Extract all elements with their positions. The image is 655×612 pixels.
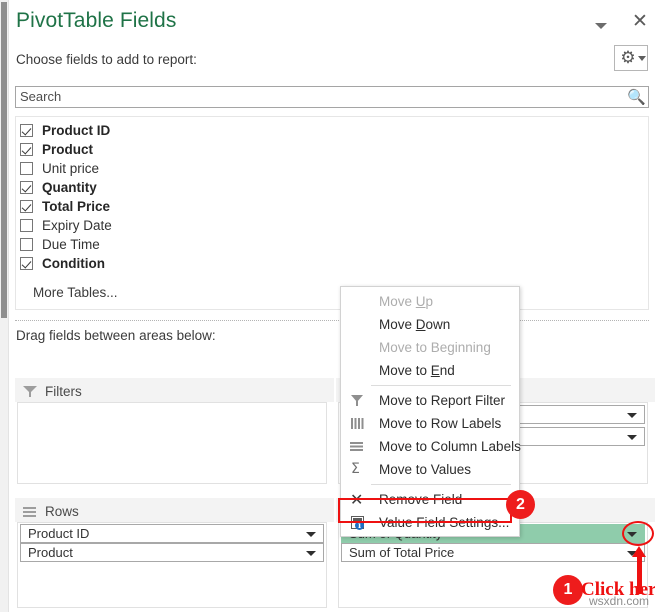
checkbox-checked-icon[interactable] bbox=[20, 257, 33, 270]
search-input-value: Search bbox=[20, 89, 62, 104]
field-list-item[interactable]: Unit price bbox=[16, 159, 648, 178]
context-menu-item[interactable]: ✕ Remove Field bbox=[341, 488, 519, 511]
chevron-down-icon[interactable] bbox=[306, 532, 316, 537]
field-list-item[interactable]: Expiry Date bbox=[16, 216, 648, 235]
context-menu-item[interactable]: Move to Row Labels bbox=[341, 412, 519, 435]
chevron-down-icon bbox=[638, 56, 646, 61]
filters-drop-zone[interactable] bbox=[17, 402, 327, 484]
context-menu-separator bbox=[371, 484, 511, 485]
context-menu-item-label: Move to Report Filter bbox=[379, 393, 506, 408]
rows-pill-product[interactable]: Product bbox=[20, 543, 324, 562]
checkbox-icon[interactable] bbox=[20, 219, 33, 232]
context-menu-item-label: Remove Field bbox=[379, 492, 463, 507]
row-lines-icon bbox=[22, 505, 38, 519]
field-list-item[interactable]: Product bbox=[16, 140, 648, 159]
filter-funnel-icon bbox=[349, 393, 366, 408]
more-tables-link[interactable]: More Tables... bbox=[33, 285, 118, 300]
context-menu-item-label: Move Down bbox=[379, 317, 451, 332]
rows-pill-1-label: Product ID bbox=[28, 526, 90, 541]
filter-funnel-icon bbox=[22, 385, 38, 399]
checkbox-checked-icon[interactable] bbox=[20, 181, 33, 194]
context-menu-item-label: Value Field Settings... bbox=[379, 515, 510, 530]
field-list-item[interactable]: Due Time bbox=[16, 235, 648, 254]
context-menu-item[interactable]: Move to Column Labels bbox=[341, 435, 521, 458]
watermark-label: wsxdn.com bbox=[589, 594, 650, 608]
field-list-item-label: Unit price bbox=[42, 161, 100, 176]
chevron-down-icon[interactable] bbox=[593, 18, 609, 32]
filters-area-header-fg: Filters bbox=[22, 384, 82, 399]
context-menu-item-label: Move to Column Labels bbox=[379, 439, 521, 454]
values-pill-2-label: Sum of Total Price bbox=[349, 545, 455, 560]
field-list[interactable]: Product ID Product Unit price Quantity Total… bbox=[15, 116, 649, 310]
context-menu-item-label: Move to Beginning bbox=[379, 340, 491, 355]
rows-area-header: Rows bbox=[22, 504, 79, 519]
context-menu-item-label: Move Up bbox=[379, 294, 434, 309]
rows-pill-product-id[interactable]: Product ID bbox=[20, 524, 324, 543]
checkbox-checked-icon[interactable] bbox=[20, 143, 33, 156]
context-menu-item-label: Move to Values bbox=[379, 462, 472, 477]
pivottable-fields-pane: PivotTable Fields ✕ Choose fields to add… bbox=[0, 0, 655, 612]
checkbox-checked-icon[interactable] bbox=[20, 200, 33, 213]
drag-fields-label: Drag fields between areas below: bbox=[16, 328, 216, 343]
field-list-item[interactable]: Product ID bbox=[16, 121, 648, 140]
field-list-item-label: Due Time bbox=[42, 237, 100, 252]
field-list-item-label: Product ID bbox=[42, 123, 111, 138]
field-context-menu[interactable]: Move Up Move Down Move to Beginning Move to… bbox=[340, 286, 521, 537]
field-list-item[interactable]: Total Price bbox=[16, 197, 648, 216]
value-field-settings-icon: i bbox=[349, 515, 366, 530]
field-list-item[interactable]: Condition bbox=[16, 254, 648, 273]
context-menu-item[interactable]: Σ Move to Values bbox=[341, 458, 519, 481]
rows-area-title: Rows bbox=[45, 504, 79, 519]
section-divider bbox=[15, 320, 649, 321]
annotation-step-2-badge: 2 bbox=[506, 490, 535, 519]
field-list-item-label: Total Price bbox=[42, 199, 111, 214]
pane-splitter[interactable] bbox=[0, 0, 9, 612]
values-pill-sum-of-total-price[interactable]: Sum of Total Price bbox=[341, 543, 645, 562]
horizontal-lines-icon bbox=[349, 439, 366, 454]
vertical-bars-icon bbox=[349, 416, 366, 431]
field-list-item-label: Quantity bbox=[42, 180, 97, 195]
pane-scroll-thumb[interactable] bbox=[1, 2, 7, 318]
field-list-item-label: Product bbox=[42, 142, 94, 157]
context-menu-item-label: Move to End bbox=[379, 363, 455, 378]
annotation-step-1-badge: 1 bbox=[553, 575, 583, 605]
chevron-down-icon[interactable] bbox=[627, 435, 637, 440]
chevron-down-icon[interactable] bbox=[627, 532, 637, 537]
search-icon[interactable]: 🔍 bbox=[627, 87, 646, 107]
choose-fields-label: Choose fields to add to report: bbox=[16, 52, 197, 67]
context-menu-item[interactable]: Move Down bbox=[341, 313, 519, 336]
search-input[interactable]: Search 🔍 bbox=[15, 86, 649, 108]
checkbox-checked-icon[interactable] bbox=[20, 124, 33, 137]
chevron-down-icon[interactable] bbox=[627, 413, 637, 418]
field-list-item-label: Condition bbox=[42, 256, 105, 271]
filters-area-title-text: Filters bbox=[45, 384, 82, 399]
context-menu-separator bbox=[371, 385, 511, 386]
checkbox-icon[interactable] bbox=[20, 162, 33, 175]
context-menu-item[interactable]: Move to End bbox=[341, 359, 519, 382]
rows-pill-2-label: Product bbox=[28, 545, 73, 560]
field-list-item-label: Expiry Date bbox=[42, 218, 112, 233]
sigma-icon: Σ bbox=[351, 461, 360, 477]
context-menu-item-label: Move to Row Labels bbox=[379, 416, 502, 431]
gear-icon: ⚙ bbox=[620, 48, 636, 68]
context-menu-item[interactable]: i Value Field Settings... bbox=[341, 511, 519, 534]
checkbox-icon[interactable] bbox=[20, 238, 33, 251]
close-x-icon: ✕ bbox=[350, 490, 364, 509]
chevron-down-icon[interactable] bbox=[627, 551, 637, 556]
page-title: PivotTable Fields bbox=[16, 9, 177, 32]
chevron-down-icon[interactable] bbox=[306, 551, 316, 556]
close-icon[interactable]: ✕ bbox=[631, 12, 649, 31]
field-list-item[interactable]: Quantity bbox=[16, 178, 648, 197]
tools-button[interactable]: ⚙ bbox=[614, 45, 648, 71]
context-menu-item: Move Up bbox=[341, 290, 519, 313]
context-menu-item[interactable]: Move to Report Filter bbox=[341, 389, 519, 412]
context-menu-item: Move to Beginning bbox=[341, 336, 519, 359]
